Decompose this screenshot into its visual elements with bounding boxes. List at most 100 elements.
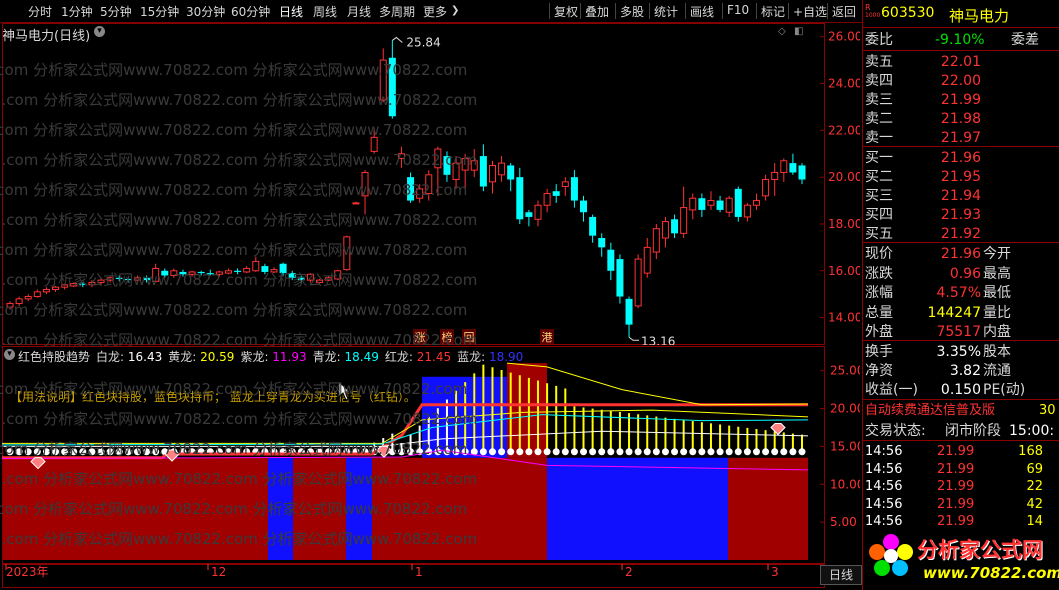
candle[interactable] — [479, 144, 487, 192]
candle[interactable] — [716, 195, 724, 213]
candle[interactable] — [780, 158, 788, 182]
candle[interactable] — [6, 301, 14, 310]
period-indicator[interactable]: 日线 — [820, 565, 862, 585]
candle[interactable] — [552, 184, 560, 203]
candle[interactable] — [752, 193, 760, 210]
candle[interactable] — [343, 235, 351, 271]
period-tab-1[interactable]: 1分钟 — [61, 3, 93, 20]
candle[interactable] — [743, 202, 751, 222]
candle[interactable] — [634, 254, 642, 309]
indicator-panel[interactable]: 25.00 20.00 15.00 10.00 5.00 ▾ 红色持股趋势 白龙: 16… — [0, 346, 860, 564]
period-tab-0[interactable]: 分时 — [28, 3, 52, 20]
candle[interactable] — [70, 282, 78, 288]
candle[interactable] — [61, 283, 69, 290]
candle[interactable] — [498, 156, 506, 182]
period-tab-2[interactable]: 5分钟 — [100, 3, 132, 20]
event-tag[interactable]: 港 — [540, 329, 554, 344]
candle[interactable] — [297, 275, 305, 284]
tool-button-5[interactable]: F10 — [727, 3, 749, 17]
candle[interactable] — [252, 256, 260, 272]
period-tab-7[interactable]: 周线 — [313, 3, 337, 20]
candle[interactable] — [561, 177, 569, 196]
candle[interactable] — [24, 294, 32, 302]
candle[interactable] — [170, 268, 178, 278]
period-tab-10[interactable]: 更多 — [423, 3, 447, 20]
candle[interactable] — [698, 193, 706, 217]
candle[interactable] — [671, 214, 679, 239]
candle[interactable] — [270, 267, 278, 274]
candle[interactable] — [106, 276, 114, 283]
candle[interactable] — [589, 214, 597, 243]
candle[interactable] — [352, 201, 360, 205]
period-tab-4[interactable]: 30分钟 — [186, 3, 225, 20]
candle[interactable] — [580, 195, 588, 222]
candle[interactable] — [789, 153, 797, 175]
candle[interactable] — [388, 40, 396, 119]
candle[interactable] — [224, 268, 232, 275]
candle[interactable] — [680, 186, 688, 239]
candle[interactable] — [407, 172, 415, 203]
candle[interactable] — [206, 269, 214, 276]
candlestick-chart[interactable]: 26.00 24.00 22.00 20.00 18.00 16.00 14.00 25.84… — [2, 23, 860, 345]
candle[interactable] — [15, 296, 23, 306]
candle[interactable] — [734, 186, 742, 222]
candle[interactable] — [534, 200, 542, 227]
candle[interactable] — [197, 270, 205, 276]
candle[interactable] — [306, 273, 314, 283]
candle[interactable] — [461, 153, 469, 189]
candle[interactable] — [261, 263, 269, 275]
candle[interactable] — [507, 163, 515, 192]
candle[interactable] — [152, 263, 160, 283]
candle[interactable] — [762, 174, 770, 201]
candle[interactable] — [42, 287, 50, 295]
candle[interactable] — [124, 276, 132, 283]
candle[interactable] — [434, 146, 442, 196]
period-tab-3[interactable]: 15分钟 — [140, 3, 179, 20]
candle[interactable] — [234, 268, 242, 275]
candle[interactable] — [370, 127, 378, 154]
candle[interactable] — [570, 170, 578, 208]
candle[interactable] — [452, 156, 460, 189]
candle[interactable] — [215, 270, 223, 277]
candle[interactable] — [379, 48, 387, 103]
event-tag[interactable]: 榜 — [440, 329, 454, 344]
candle[interactable] — [661, 216, 669, 248]
candle[interactable] — [616, 254, 624, 304]
candle[interactable] — [707, 191, 715, 210]
period-tab-8[interactable]: 月线 — [347, 3, 371, 20]
candle[interactable] — [325, 275, 333, 282]
tool-button-7[interactable]: +自选 — [793, 3, 827, 20]
candle[interactable] — [361, 170, 369, 215]
candle[interactable] — [33, 289, 41, 298]
candle[interactable] — [179, 269, 187, 277]
period-tab-5[interactable]: 60分钟 — [231, 3, 270, 20]
candle[interactable] — [516, 167, 524, 224]
event-tag[interactable]: 涨 — [413, 329, 427, 344]
indicator-chart[interactable]: 25.00 20.00 15.00 10.00 5.00 — [2, 346, 860, 564]
candle[interactable] — [279, 262, 287, 276]
candle[interactable] — [97, 277, 105, 285]
candle[interactable] — [243, 266, 251, 274]
candle[interactable] — [397, 146, 405, 168]
tool-button-1[interactable]: 叠加 — [585, 3, 609, 20]
period-tab-6[interactable]: 日线 — [279, 3, 303, 20]
candle[interactable] — [416, 184, 424, 203]
candle[interactable] — [88, 280, 96, 288]
candle[interactable] — [133, 275, 141, 282]
promo-text[interactable]: 自动续费通达信普及版 — [865, 401, 995, 421]
candle[interactable] — [598, 233, 606, 257]
candle[interactable] — [52, 285, 60, 292]
candle[interactable] — [643, 238, 651, 278]
tool-button-4[interactable]: 画线 — [690, 3, 714, 20]
price-chart-panel[interactable]: 神马电力(日线) ▾ ◇ ◧ 26.00 24.00 22.00 20.00 18.00… — [0, 23, 860, 349]
candle[interactable] — [334, 269, 342, 281]
candle[interactable] — [689, 193, 697, 220]
tool-button-6[interactable]: 标记 — [761, 3, 785, 20]
candle[interactable] — [115, 275, 123, 282]
candle[interactable] — [79, 282, 87, 288]
tool-button-3[interactable]: 统计 — [654, 3, 678, 20]
candle[interactable] — [725, 195, 733, 217]
tool-button-2[interactable]: 多股 — [620, 3, 644, 20]
chevron-down-icon[interactable]: ▾ — [4, 349, 15, 360]
tool-button-8[interactable]: 返回 — [832, 3, 856, 20]
